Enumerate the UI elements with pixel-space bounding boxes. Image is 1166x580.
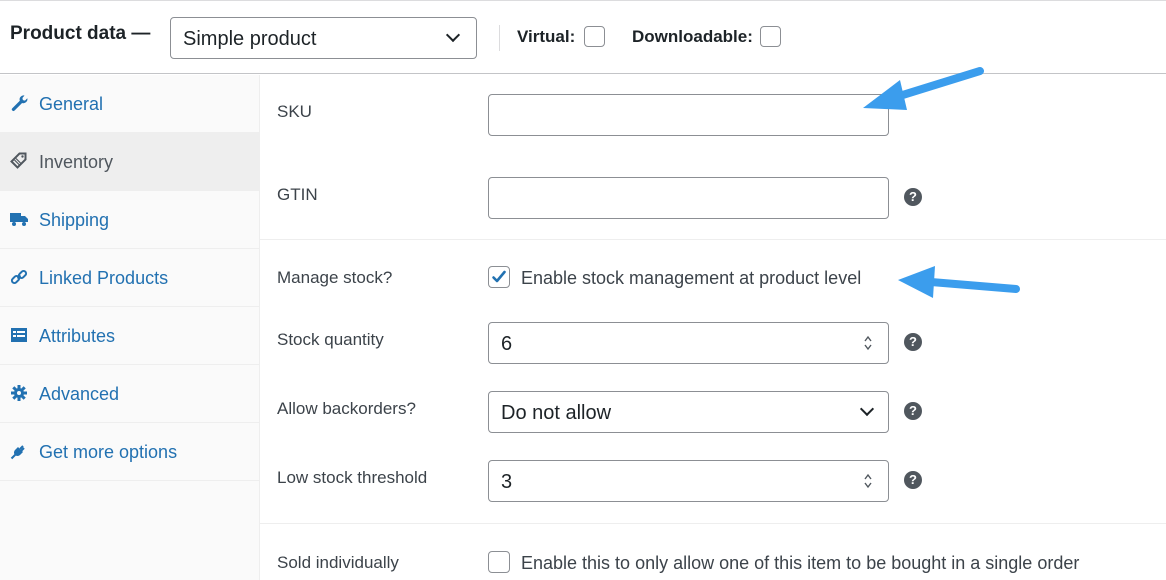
stock-quantity-help-icon[interactable]: ? <box>904 333 922 351</box>
tab-general[interactable]: General <box>0 75 259 133</box>
tab-linked-products-label: Linked Products <box>39 268 169 288</box>
low-stock-label: Low stock threshold <box>277 468 428 487</box>
chevron-down-icon <box>859 401 875 417</box>
manage-stock-checkbox[interactable] <box>488 266 510 288</box>
inventory-panel: SKU GTIN ? Manage stock? Enable stock ma… <box>260 75 1166 580</box>
tab-attributes-label: Attributes <box>39 326 116 346</box>
low-stock-input[interactable]: 3 <box>488 460 889 502</box>
tab-general-label: General <box>39 94 104 114</box>
product-data-tabs: General Inventory Shipping Linked Produc… <box>0 75 260 580</box>
tab-inventory[interactable]: Inventory <box>0 133 259 191</box>
tab-shipping[interactable]: Shipping <box>0 191 259 249</box>
checkmark-icon <box>492 270 506 283</box>
low-stock-value: 3 <box>501 471 513 493</box>
virtual-checkbox[interactable] <box>584 26 605 47</box>
product-type-value: Simple product <box>183 28 317 50</box>
link-icon <box>10 268 28 286</box>
sku-label: SKU <box>277 102 312 121</box>
plug-icon <box>10 442 28 460</box>
sold-individually-label: Sold individually <box>277 553 399 572</box>
tab-advanced-label: Advanced <box>39 384 120 404</box>
wrench-icon <box>10 94 28 112</box>
backorders-value: Do not allow <box>501 402 612 424</box>
sold-individually-checkbox[interactable] <box>488 551 510 573</box>
product-data-header: Product data — Simple product Virtual: D… <box>0 0 1166 74</box>
annotation-arrow-manage-stock <box>898 266 1020 298</box>
manage-stock-label: Manage stock? <box>277 268 393 287</box>
stock-quantity-label: Stock quantity <box>277 330 384 349</box>
backorders-label: Allow backorders? <box>277 399 416 418</box>
tab-shipping-label: Shipping <box>39 210 110 230</box>
stock-quantity-input[interactable]: 6 <box>488 322 889 364</box>
annotation-arrow-sku <box>863 67 984 110</box>
sold-individually-text: Enable this to only allow one of this it… <box>521 553 1080 573</box>
manage-stock-text: Enable stock management at product level <box>521 268 862 288</box>
chevron-down-icon <box>445 27 461 43</box>
gtin-help-icon[interactable]: ? <box>904 188 922 206</box>
tab-inventory-label: Inventory <box>39 152 114 172</box>
stock-quantity-value: 6 <box>501 333 513 355</box>
truck-icon <box>10 210 28 228</box>
spinner-icon[interactable] <box>862 334 874 352</box>
tab-get-more-options[interactable]: Get more options <box>0 423 259 481</box>
spinner-icon[interactable] <box>862 472 874 490</box>
gear-icon <box>10 384 28 402</box>
tab-linked-products[interactable]: Linked Products <box>0 249 259 307</box>
backorders-help-icon[interactable]: ? <box>904 402 922 420</box>
tab-advanced[interactable]: Advanced <box>0 365 259 423</box>
divider <box>499 25 500 51</box>
virtual-label: Virtual: <box>517 27 576 46</box>
gtin-input[interactable] <box>488 177 889 219</box>
backorders-select[interactable]: Do not allow <box>488 391 889 433</box>
downloadable-checkbox[interactable] <box>760 26 781 47</box>
section-divider <box>260 523 1166 524</box>
tab-get-more-options-label: Get more options <box>39 442 178 462</box>
tag-icon <box>10 152 28 170</box>
low-stock-help-icon[interactable]: ? <box>904 471 922 489</box>
list-icon <box>10 326 28 344</box>
product-type-select[interactable]: Simple product <box>170 17 477 59</box>
tab-attributes[interactable]: Attributes <box>0 307 259 365</box>
sku-input[interactable] <box>488 94 889 136</box>
gtin-label: GTIN <box>277 185 318 204</box>
downloadable-label: Downloadable: <box>632 27 753 46</box>
section-divider <box>260 239 1166 240</box>
product-data-title: Product data — <box>10 23 151 44</box>
